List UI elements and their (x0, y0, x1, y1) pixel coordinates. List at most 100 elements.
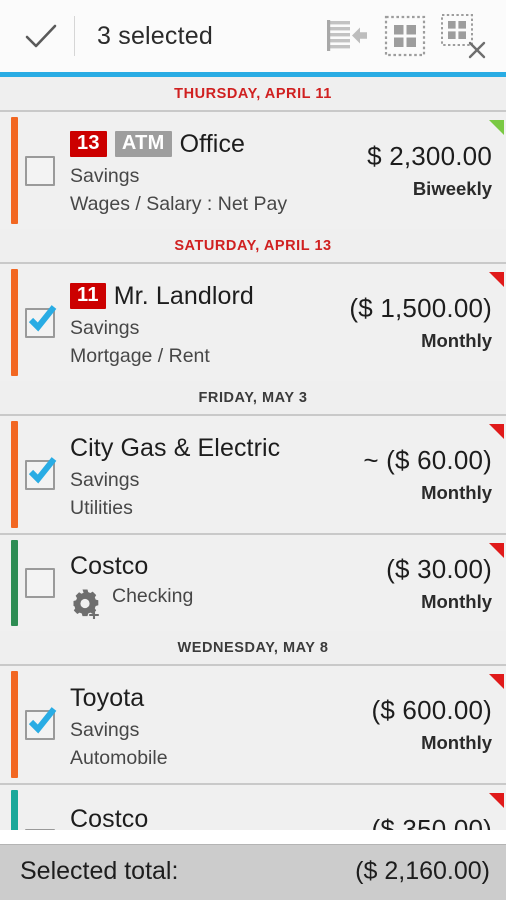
selected-total-label: Selected total: (20, 857, 179, 885)
payee-name: Costco (70, 551, 149, 580)
check-icon (21, 16, 61, 56)
category-name: Mortgage / Rent (70, 344, 210, 367)
status-flag (489, 793, 504, 808)
table-row[interactable]: Costco Checking ($ 30.00) Monthly (0, 533, 506, 631)
row-title-line: 11 Mr. Landlord (70, 280, 339, 313)
row-checkbox[interactable] (25, 456, 57, 490)
row-amount-area: ($ 600.00) Monthly (367, 666, 506, 783)
row-amount-area: $ 2,300.00 Biweekly (363, 112, 506, 229)
status-flag (489, 424, 504, 439)
amount-value: ($ 350.00) (371, 814, 492, 830)
grid-dotted-icon (383, 14, 427, 58)
row-account-line: Savings (70, 164, 357, 190)
table-row[interactable]: 11 Mr. Landlord Savings Mortgage / Rent … (0, 262, 506, 381)
account-color-bar (11, 269, 18, 376)
account-name: Savings (70, 165, 140, 187)
row-details: City Gas & Electric Savings Utilities (68, 416, 359, 533)
amount-value: $ 2,300.00 (367, 141, 492, 171)
row-details: 13 ATM Office Savings Wages / Salary : N… (68, 112, 363, 229)
status-flag (489, 674, 504, 689)
row-details: Costco Mastercard TO (68, 785, 361, 830)
selected-total-value: ($ 2,160.00) (355, 857, 490, 885)
row-title-line: Costco (70, 550, 376, 583)
table-row[interactable]: Toyota Savings Automobile ($ 600.00) Mon… (0, 664, 506, 783)
transaction-list[interactable]: THURSDAY, APRIL 11 13 ATM Office Savings… (0, 77, 506, 830)
amount-value: ~ ($ 60.00) (363, 445, 492, 475)
day-header: THURSDAY, APRIL 11 (0, 77, 506, 110)
payee-name: Office (179, 129, 246, 158)
move-to-button[interactable] (318, 7, 376, 65)
account-name: Savings (70, 719, 140, 741)
day-number-badge: 11 (70, 283, 106, 309)
row-title-line: Toyota (70, 682, 361, 715)
action-bar: 3 selected (0, 0, 506, 72)
row-checkbox[interactable] (25, 828, 55, 830)
account-name: Savings (70, 317, 140, 339)
method-badge: ATM (114, 131, 172, 157)
row-checkbox[interactable] (25, 568, 55, 598)
account-name: Savings (70, 469, 140, 491)
row-amount-area: ($ 30.00) Monthly (382, 535, 506, 631)
payee-name: Costco (70, 805, 149, 830)
table-row[interactable]: Costco Mastercard TO (0, 783, 506, 830)
row-account-line: Savings (70, 718, 361, 744)
row-amount-area: ($ 350.00) Every 3 weeks (361, 785, 506, 830)
deselect-all-button[interactable] (434, 7, 492, 65)
payee-name: City Gas & Electric (70, 433, 281, 462)
table-row[interactable]: City Gas & Electric Savings Utilities ~ … (0, 414, 506, 533)
transactions-screen: 3 selected THURSDAY, APRIL 11 13 ATM Off… (0, 0, 506, 900)
account-color-bar (11, 421, 18, 528)
row-title-line: Costco (70, 803, 355, 830)
gear-plus-icon (70, 585, 104, 619)
account-color-bar (11, 540, 18, 626)
row-details: Toyota Savings Automobile (68, 666, 367, 783)
account-color-bar (11, 671, 18, 778)
day-header: WEDNESDAY, MAY 8 (0, 631, 506, 664)
row-checkbox[interactable] (25, 706, 57, 740)
row-title-line: 13 ATM Office (70, 128, 357, 161)
category-name: Utilities (70, 496, 133, 519)
day-header: SATURDAY, APRIL 13 (0, 229, 506, 262)
row-details: Costco Checking (68, 535, 382, 631)
row-amount-area: ~ ($ 60.00) Monthly (359, 416, 506, 533)
row-checkbox[interactable] (25, 155, 55, 186)
row-details: 11 Mr. Landlord Savings Mortgage / Rent (68, 264, 345, 381)
frequency-label: Monthly (421, 330, 492, 351)
row-account-line: Savings (70, 468, 353, 494)
footer-gap (0, 830, 506, 844)
checkmark-icon (23, 451, 61, 494)
selected-total-bar: Selected total: ($ 2,160.00) (0, 844, 506, 900)
day-header: FRIDAY, MAY 3 (0, 381, 506, 414)
checkmark-icon (23, 299, 61, 342)
amount-value: ($ 1,500.00) (349, 293, 492, 323)
amount-value: ($ 600.00) (371, 695, 492, 725)
account-name: Checking (112, 584, 194, 607)
account-color-bar (11, 117, 18, 224)
row-amount-area: ($ 1,500.00) Monthly (345, 264, 506, 381)
status-flag (489, 272, 504, 287)
appbar-divider (74, 16, 75, 56)
frequency-label: Monthly (421, 732, 492, 753)
amount-value: ($ 30.00) (386, 553, 492, 584)
account-color-bar (11, 790, 18, 830)
select-all-button[interactable] (376, 7, 434, 65)
row-account-line: Savings (70, 316, 339, 342)
payee-name: Mr. Landlord (113, 281, 254, 310)
status-flag (489, 543, 504, 558)
checkmark-icon (23, 701, 61, 744)
row-checkbox[interactable] (25, 304, 57, 338)
frequency-label: Monthly (421, 590, 492, 612)
day-number-badge: 13 (70, 131, 107, 157)
selection-count-title: 3 selected (97, 21, 213, 50)
grid-dotted-close-icon (439, 12, 487, 60)
frequency-label: Monthly (421, 482, 492, 503)
category-name: Wages / Salary : Net Pay (70, 192, 288, 215)
status-flag (489, 120, 504, 135)
table-row[interactable]: 13 ATM Office Savings Wages / Salary : N… (0, 110, 506, 229)
payee-name: Toyota (70, 683, 145, 712)
row-title-line: City Gas & Electric (70, 432, 353, 465)
confirm-selection-button[interactable] (18, 13, 64, 59)
category-name: Automobile (70, 746, 168, 769)
list-arrow-left-icon (326, 17, 368, 55)
frequency-label: Biweekly (412, 178, 492, 199)
